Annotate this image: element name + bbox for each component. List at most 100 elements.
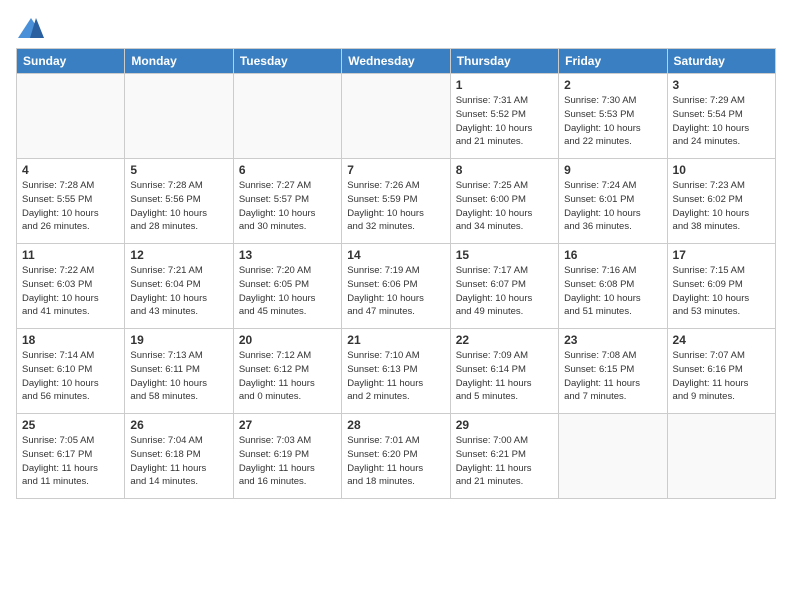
calendar-cell: 7 Sunrise: 7:26 AMSunset: 5:59 PMDaylight…: [342, 159, 450, 244]
day-number: 9: [564, 163, 661, 177]
cell-info: Sunrise: 7:26 AMSunset: 5:59 PMDaylight:…: [347, 179, 444, 234]
calendar-cell: [559, 414, 667, 499]
day-number: 24: [673, 333, 770, 347]
weekday-header-thursday: Thursday: [450, 49, 558, 74]
weekday-header-monday: Monday: [125, 49, 233, 74]
cell-info: Sunrise: 7:20 AMSunset: 6:05 PMDaylight:…: [239, 264, 336, 319]
weekday-header-friday: Friday: [559, 49, 667, 74]
calendar-cell: 28 Sunrise: 7:01 AMSunset: 6:20 PMDayligh…: [342, 414, 450, 499]
day-number: 2: [564, 78, 661, 92]
calendar-cell: 26 Sunrise: 7:04 AMSunset: 6:18 PMDayligh…: [125, 414, 233, 499]
cell-info: Sunrise: 7:31 AMSunset: 5:52 PMDaylight:…: [456, 94, 553, 149]
cell-info: Sunrise: 7:14 AMSunset: 6:10 PMDaylight:…: [22, 349, 119, 404]
calendar-cell: [342, 74, 450, 159]
day-number: 1: [456, 78, 553, 92]
cell-info: Sunrise: 7:30 AMSunset: 5:53 PMDaylight:…: [564, 94, 661, 149]
day-number: 28: [347, 418, 444, 432]
day-number: 7: [347, 163, 444, 177]
day-number: 23: [564, 333, 661, 347]
day-number: 26: [130, 418, 227, 432]
cell-info: Sunrise: 7:01 AMSunset: 6:20 PMDaylight:…: [347, 434, 444, 489]
calendar-cell: 14 Sunrise: 7:19 AMSunset: 6:06 PMDayligh…: [342, 244, 450, 329]
cell-info: Sunrise: 7:27 AMSunset: 5:57 PMDaylight:…: [239, 179, 336, 234]
cell-info: Sunrise: 7:03 AMSunset: 6:19 PMDaylight:…: [239, 434, 336, 489]
calendar-cell: 1 Sunrise: 7:31 AMSunset: 5:52 PMDaylight…: [450, 74, 558, 159]
calendar-cell: 16 Sunrise: 7:16 AMSunset: 6:08 PMDayligh…: [559, 244, 667, 329]
cell-info: Sunrise: 7:24 AMSunset: 6:01 PMDaylight:…: [564, 179, 661, 234]
calendar-cell: 18 Sunrise: 7:14 AMSunset: 6:10 PMDayligh…: [17, 329, 125, 414]
calendar-cell: 10 Sunrise: 7:23 AMSunset: 6:02 PMDayligh…: [667, 159, 775, 244]
header: [16, 16, 776, 40]
calendar-week-1: 1 Sunrise: 7:31 AMSunset: 5:52 PMDaylight…: [17, 74, 776, 159]
weekday-header-sunday: Sunday: [17, 49, 125, 74]
day-number: 13: [239, 248, 336, 262]
cell-info: Sunrise: 7:15 AMSunset: 6:09 PMDaylight:…: [673, 264, 770, 319]
day-number: 27: [239, 418, 336, 432]
weekday-header-row: SundayMondayTuesdayWednesdayThursdayFrid…: [17, 49, 776, 74]
day-number: 10: [673, 163, 770, 177]
cell-info: Sunrise: 7:07 AMSunset: 6:16 PMDaylight:…: [673, 349, 770, 404]
day-number: 16: [564, 248, 661, 262]
calendar-week-2: 4 Sunrise: 7:28 AMSunset: 5:55 PMDaylight…: [17, 159, 776, 244]
cell-info: Sunrise: 7:16 AMSunset: 6:08 PMDaylight:…: [564, 264, 661, 319]
cell-info: Sunrise: 7:29 AMSunset: 5:54 PMDaylight:…: [673, 94, 770, 149]
calendar-cell: 22Sunrise: 7:09 AMSunset: 6:14 PMDayligh…: [450, 329, 558, 414]
calendar-cell: 9 Sunrise: 7:24 AMSunset: 6:01 PMDaylight…: [559, 159, 667, 244]
calendar-week-4: 18 Sunrise: 7:14 AMSunset: 6:10 PMDayligh…: [17, 329, 776, 414]
weekday-header-tuesday: Tuesday: [233, 49, 341, 74]
cell-info: Sunrise: 7:28 AMSunset: 5:56 PMDaylight:…: [130, 179, 227, 234]
calendar-cell: 20 Sunrise: 7:12 AMSunset: 6:12 PMDayligh…: [233, 329, 341, 414]
calendar-week-5: 25Sunrise: 7:05 AMSunset: 6:17 PMDayligh…: [17, 414, 776, 499]
calendar-cell: 8 Sunrise: 7:25 AMSunset: 6:00 PMDaylight…: [450, 159, 558, 244]
calendar-cell: 2 Sunrise: 7:30 AMSunset: 5:53 PMDaylight…: [559, 74, 667, 159]
cell-info: Sunrise: 7:13 AMSunset: 6:11 PMDaylight:…: [130, 349, 227, 404]
day-number: 29: [456, 418, 553, 432]
calendar-cell: 4 Sunrise: 7:28 AMSunset: 5:55 PMDaylight…: [17, 159, 125, 244]
calendar-cell: 15 Sunrise: 7:17 AMSunset: 6:07 PMDayligh…: [450, 244, 558, 329]
cell-info: Sunrise: 7:17 AMSunset: 6:07 PMDaylight:…: [456, 264, 553, 319]
calendar-header: SundayMondayTuesdayWednesdayThursdayFrid…: [17, 49, 776, 74]
calendar-cell: 5 Sunrise: 7:28 AMSunset: 5:56 PMDaylight…: [125, 159, 233, 244]
day-number: 5: [130, 163, 227, 177]
cell-info: Sunrise: 7:25 AMSunset: 6:00 PMDaylight:…: [456, 179, 553, 234]
cell-info: Sunrise: 7:23 AMSunset: 6:02 PMDaylight:…: [673, 179, 770, 234]
calendar-cell: 27 Sunrise: 7:03 AMSunset: 6:19 PMDayligh…: [233, 414, 341, 499]
day-number: 12: [130, 248, 227, 262]
day-number: 25: [22, 418, 119, 432]
cell-info: Sunrise: 7:00 AMSunset: 6:21 PMDaylight:…: [456, 434, 553, 489]
day-number: 22: [456, 333, 553, 347]
calendar-cell: 19 Sunrise: 7:13 AMSunset: 6:11 PMDayligh…: [125, 329, 233, 414]
day-number: 19: [130, 333, 227, 347]
calendar-cell: 3 Sunrise: 7:29 AMSunset: 5:54 PMDaylight…: [667, 74, 775, 159]
day-number: 18: [22, 333, 119, 347]
day-number: 6: [239, 163, 336, 177]
calendar-cell: 11Sunrise: 7:22 AMSunset: 6:03 PMDayligh…: [17, 244, 125, 329]
cell-info: Sunrise: 7:19 AMSunset: 6:06 PMDaylight:…: [347, 264, 444, 319]
calendar-cell: 25Sunrise: 7:05 AMSunset: 6:17 PMDayligh…: [17, 414, 125, 499]
day-number: 3: [673, 78, 770, 92]
calendar-cell: 21 Sunrise: 7:10 AMSunset: 6:13 PMDayligh…: [342, 329, 450, 414]
day-number: 4: [22, 163, 119, 177]
calendar-cell: 24 Sunrise: 7:07 AMSunset: 6:16 PMDayligh…: [667, 329, 775, 414]
calendar-cell: 17 Sunrise: 7:15 AMSunset: 6:09 PMDayligh…: [667, 244, 775, 329]
cell-info: Sunrise: 7:12 AMSunset: 6:12 PMDaylight:…: [239, 349, 336, 404]
cell-info: Sunrise: 7:04 AMSunset: 6:18 PMDaylight:…: [130, 434, 227, 489]
calendar-cell: 29 Sunrise: 7:00 AMSunset: 6:21 PMDayligh…: [450, 414, 558, 499]
weekday-header-saturday: Saturday: [667, 49, 775, 74]
calendar-cell: 12 Sunrise: 7:21 AMSunset: 6:04 PMDayligh…: [125, 244, 233, 329]
calendar-cell: [667, 414, 775, 499]
day-number: 21: [347, 333, 444, 347]
day-number: 17: [673, 248, 770, 262]
cell-info: Sunrise: 7:21 AMSunset: 6:04 PMDaylight:…: [130, 264, 227, 319]
day-number: 20: [239, 333, 336, 347]
cell-info: Sunrise: 7:28 AMSunset: 5:55 PMDaylight:…: [22, 179, 119, 234]
calendar-table: SundayMondayTuesdayWednesdayThursdayFrid…: [16, 48, 776, 499]
day-number: 8: [456, 163, 553, 177]
day-number: 14: [347, 248, 444, 262]
logo-icon: [16, 16, 46, 40]
day-number: 15: [456, 248, 553, 262]
calendar-cell: 23Sunrise: 7:08 AMSunset: 6:15 PMDayligh…: [559, 329, 667, 414]
cell-info: Sunrise: 7:10 AMSunset: 6:13 PMDaylight:…: [347, 349, 444, 404]
calendar-cell: [17, 74, 125, 159]
calendar-cell: 6 Sunrise: 7:27 AMSunset: 5:57 PMDaylight…: [233, 159, 341, 244]
